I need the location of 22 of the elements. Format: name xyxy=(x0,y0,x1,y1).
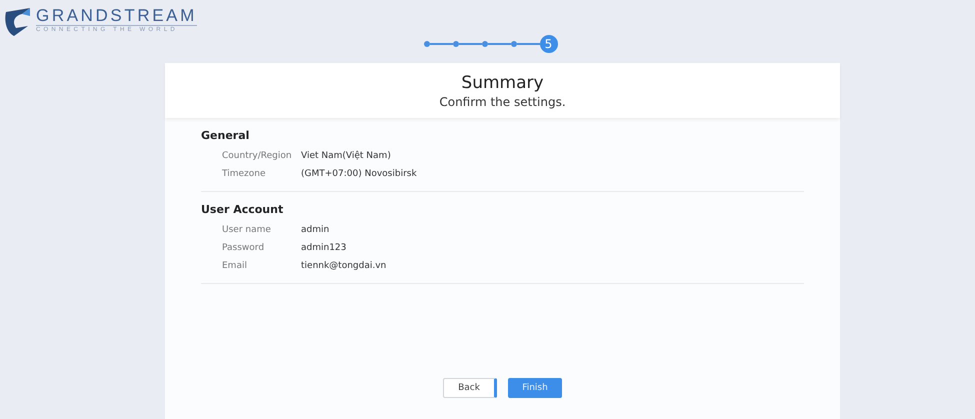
section-title: General xyxy=(201,128,250,144)
card-subtitle: Confirm the settings. xyxy=(438,94,567,110)
back-button[interactable]: Back xyxy=(443,378,497,398)
field-label: Password xyxy=(222,242,266,255)
logo-icon xyxy=(4,6,32,36)
section-title: User Account xyxy=(201,202,284,218)
step-connector xyxy=(430,43,452,45)
step-connector xyxy=(516,43,540,45)
logo-wordmark: GRANDSTREAM xyxy=(36,7,197,26)
card-title: Summary xyxy=(460,72,545,94)
field-label: Timezone xyxy=(222,168,266,181)
field-value: tiennk@tongdai.vn xyxy=(301,260,386,273)
field-label: Country/Region xyxy=(222,150,293,163)
field-label: Email xyxy=(222,260,248,273)
step-connector xyxy=(488,43,510,45)
step-indicator: 5 xyxy=(540,35,558,53)
field-value: admin xyxy=(301,224,330,237)
field-value: Viet Nam(Việt Nam) xyxy=(301,150,391,163)
step-connector xyxy=(458,43,482,45)
field-label: User name xyxy=(222,224,272,237)
field-value: admin123 xyxy=(301,242,346,255)
field-value: (GMT+07:00) Novosibirsk xyxy=(301,168,417,181)
